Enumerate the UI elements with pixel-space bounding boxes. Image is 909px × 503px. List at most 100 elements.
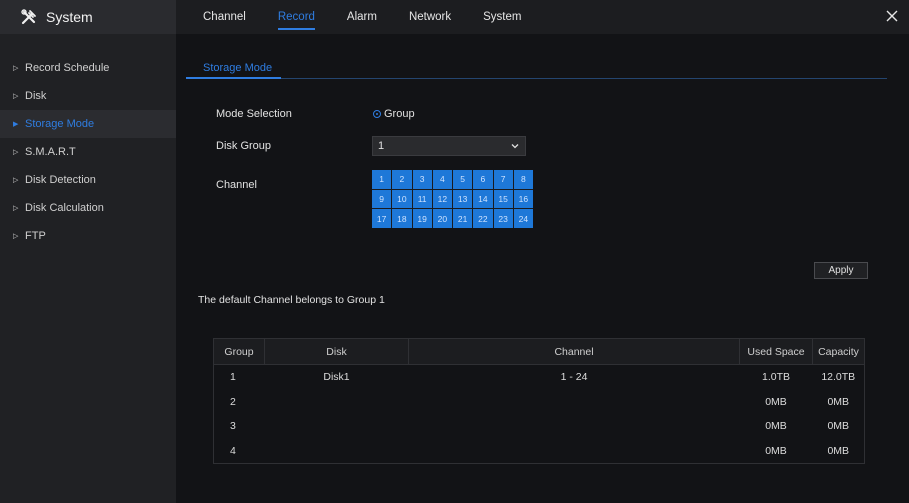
table-cell	[409, 439, 740, 464]
triangle-right-icon: ▷	[13, 233, 19, 240]
table-row[interactable]: 1 Disk1 1 - 24 1.0TB 12.0TB	[214, 365, 865, 390]
channel-cell[interactable]: 14	[473, 189, 493, 209]
channel-cell[interactable]: 7	[493, 170, 513, 189]
channel-cell[interactable]: 19	[412, 209, 432, 228]
sidebar-item-ftp[interactable]: ▷ FTP	[0, 222, 176, 250]
table-row[interactable]: 3 0MB 0MB	[214, 414, 865, 439]
table-cell: 0MB	[765, 395, 787, 408]
sidebar-item-label: Storage Mode	[25, 118, 95, 130]
triangle-right-icon: ▷	[13, 93, 19, 100]
chevron-down-icon	[511, 144, 519, 149]
table-row[interactable]: 4 0MB 0MB	[214, 439, 865, 464]
table-body: 1 Disk1 1 - 24 1.0TB 12.0TB 2 0MB 0MB 3 0MB 0MB 4 0M…	[214, 365, 865, 464]
col-used-space: Used Space	[739, 338, 813, 365]
sidebar-item-storage-mode[interactable]: ▶ Storage Mode	[0, 110, 176, 138]
table-cell	[265, 439, 409, 464]
radio-selected-icon	[373, 110, 381, 118]
sidebar-item-disk-calculation[interactable]: ▷ Disk Calculation	[0, 194, 176, 222]
table-row[interactable]: 2 0MB 0MB	[214, 390, 865, 415]
triangle-right-filled-icon: ▶	[13, 121, 19, 128]
sidebar-item-disk-detection[interactable]: ▷ Disk Detection	[0, 166, 176, 194]
sidebar-item-label: Disk Calculation	[25, 202, 104, 214]
table-header-row: Group Disk Channel Used Space Capacity	[213, 338, 865, 365]
triangle-right-icon: ▷	[13, 149, 19, 156]
tab-record[interactable]: Record	[277, 11, 316, 30]
channel-cell[interactable]: 18	[392, 209, 412, 228]
col-channel: Channel	[408, 338, 740, 365]
channel-grid: 1 2 3 4 5 6 7 8 9 10 11 12 13 14 15 16 17 18 19 20 21 22 23 24	[372, 170, 533, 228]
channel-cell[interactable]: 16	[513, 189, 533, 209]
table-cell	[409, 414, 740, 439]
channel-cell[interactable]: 2	[392, 170, 412, 189]
subtab-storage-mode[interactable]: Storage Mode	[203, 62, 272, 74]
tab-network[interactable]: Network	[409, 11, 451, 23]
sidebar-item-label: FTP	[25, 230, 46, 242]
tab-channel[interactable]: Channel	[203, 11, 246, 23]
disk-group-value: 1	[378, 140, 385, 152]
channel-cell[interactable]: 13	[453, 189, 473, 209]
group-radio[interactable]: Group	[373, 108, 415, 120]
channel-cell[interactable]: 10	[392, 189, 412, 209]
channel-cell[interactable]: 12	[432, 189, 452, 209]
group-radio-label: Group	[384, 108, 415, 120]
sidebar: ▷ Record Schedule ▷ Disk ▶ Storage Mode …	[0, 34, 176, 503]
subtab-divider	[186, 78, 887, 79]
sidebar-item-label: Record Schedule	[25, 62, 110, 74]
sidebar-item-disk[interactable]: ▷ Disk	[0, 82, 176, 110]
col-capacity: Capacity	[812, 338, 865, 365]
channel-label: Channel	[216, 179, 257, 191]
channel-cell[interactable]: 21	[453, 209, 473, 228]
sidebar-item-label: Disk Detection	[25, 174, 96, 186]
subtab-indicator	[186, 77, 281, 79]
channel-cell[interactable]: 5	[453, 170, 473, 189]
channel-cell[interactable]: 8	[513, 170, 533, 189]
table-cell: 0MB	[827, 444, 850, 457]
tab-system[interactable]: System	[483, 11, 521, 23]
table-cell: 3	[230, 420, 236, 433]
default-channel-note: The default Channel belongs to Group 1	[198, 294, 385, 306]
channel-cell[interactable]: 6	[473, 170, 493, 189]
app-title: System	[46, 9, 93, 25]
table-cell: 2	[230, 395, 236, 408]
table-cell: 1.0TB	[761, 371, 790, 384]
channel-cell[interactable]: 20	[432, 209, 452, 228]
table-cell: 0MB	[765, 420, 787, 433]
sidebar-item-smart[interactable]: ▷ S.M.A.R.T	[0, 138, 176, 166]
channel-cell[interactable]: 9	[372, 189, 392, 209]
channel-cell[interactable]: 11	[412, 189, 432, 209]
channel-cell[interactable]: 24	[513, 209, 533, 228]
channel-cell[interactable]: 23	[493, 209, 513, 228]
tab-alarm[interactable]: Alarm	[347, 11, 377, 23]
col-group: Group	[213, 338, 265, 365]
table-cell	[265, 390, 409, 415]
apply-button[interactable]: Apply	[814, 262, 868, 279]
table-cell: 1	[230, 371, 236, 384]
table-cell: Disk1	[323, 371, 350, 384]
table-cell	[409, 390, 740, 415]
disk-group-select[interactable]: 1	[372, 136, 526, 156]
disk-group-label: Disk Group	[216, 140, 272, 152]
table-cell: 0MB	[827, 395, 850, 408]
channel-cell[interactable]: 3	[412, 170, 432, 189]
table-cell: 0MB	[765, 444, 787, 457]
group-table: Group Disk Channel Used Space Capacity 1…	[213, 338, 865, 464]
sidebar-item-label: S.M.A.R.T	[25, 146, 76, 158]
channel-cell[interactable]: 15	[493, 189, 513, 209]
sidebar-item-label: Disk	[25, 90, 47, 102]
triangle-right-icon: ▷	[13, 65, 19, 72]
tools-icon	[21, 9, 36, 25]
top-nav: Channel Record Alarm Network System	[176, 0, 909, 34]
channel-cell[interactable]: 4	[432, 170, 452, 189]
main-panel: Storage Mode Mode Selection Group Disk G…	[176, 34, 909, 503]
col-disk: Disk	[264, 338, 409, 365]
mode-selection-label: Mode Selection	[216, 108, 292, 120]
channel-cell[interactable]: 22	[473, 209, 493, 228]
close-icon[interactable]	[885, 9, 899, 23]
triangle-right-icon: ▷	[13, 205, 19, 212]
channel-cell[interactable]: 17	[372, 209, 392, 228]
channel-cell[interactable]: 1	[372, 170, 392, 189]
table-cell: 12.0TB	[821, 371, 856, 384]
sidebar-item-record-schedule[interactable]: ▷ Record Schedule	[0, 54, 176, 82]
table-cell	[265, 414, 409, 439]
table-cell: 4	[230, 444, 236, 457]
